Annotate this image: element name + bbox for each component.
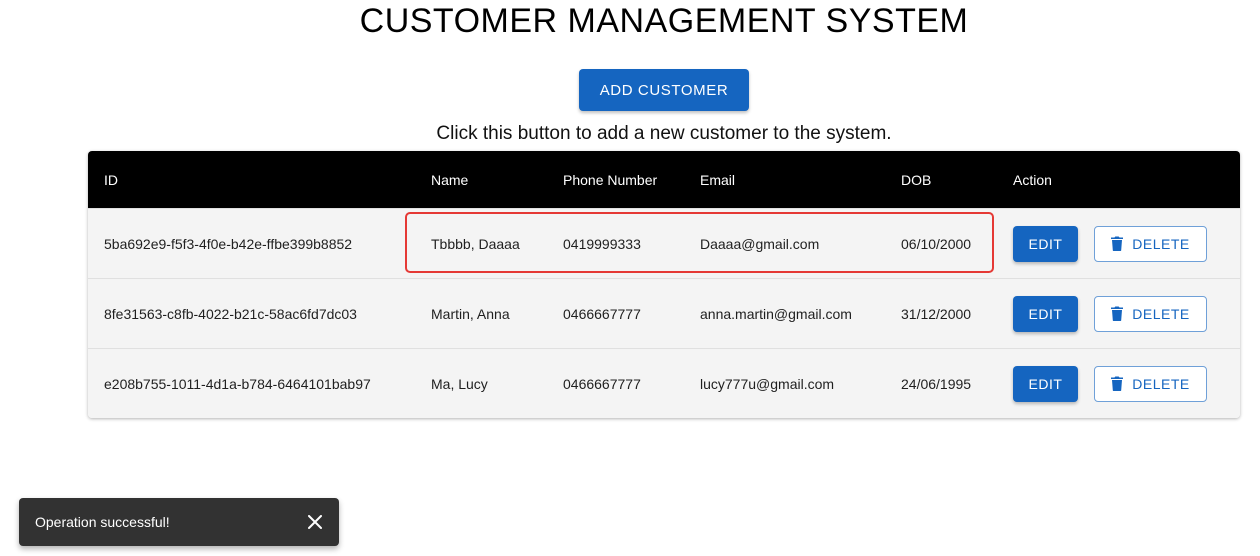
snackbar: Operation successful! [19, 498, 339, 546]
cell-email: anna.martin@gmail.com [700, 305, 852, 322]
edit-button[interactable]: EDIT [1013, 365, 1078, 402]
table-header: ID Name Phone Number Email DOB Action [88, 151, 1240, 208]
delete-button[interactable]: DELETE [1094, 295, 1207, 332]
cell-phone: 0466667777 [563, 305, 641, 322]
add-customer-hint: Click this button to add a new customer … [436, 123, 892, 144]
page: CUSTOMER MANAGEMENT SYSTEM ADD CUSTOMER … [0, 0, 1260, 556]
cell-id: 8fe31563-c8fb-4022-b21c-58ac6fd7dc03 [104, 305, 357, 322]
cell-name: Ma, Lucy [431, 375, 488, 392]
edit-button[interactable]: EDIT [1013, 225, 1078, 262]
cell-dob: 24/06/1995 [901, 375, 972, 392]
column-header-action: Action [1013, 171, 1052, 188]
cell-name: Tbbbb, Daaaa [431, 235, 520, 252]
cell-id: 5ba692e9-f5f3-4f0e-b42e-ffbe399b8852 [104, 235, 353, 252]
column-header-name: Name [431, 171, 469, 188]
customer-table: ID Name Phone Number Email DOB Action 5b… [88, 151, 1240, 418]
trash-icon [1111, 236, 1124, 251]
close-icon[interactable] [303, 510, 327, 534]
cell-name: Martin, Anna [431, 305, 510, 322]
delete-button[interactable]: DELETE [1094, 365, 1207, 402]
cell-phone: 0466667777 [563, 375, 641, 392]
add-customer-button[interactable]: ADD CUSTOMER [579, 69, 749, 111]
trash-icon [1111, 306, 1124, 321]
cell-email: Daaaa@gmail.com [700, 235, 820, 252]
delete-button-label: DELETE [1132, 375, 1190, 392]
table-row: e208b755-1011-4d1a-b784-6464101bab97 Ma,… [88, 348, 1240, 418]
cell-dob: 06/10/2000 [901, 235, 972, 252]
column-header-phone: Phone Number [563, 171, 658, 188]
edit-button[interactable]: EDIT [1013, 295, 1078, 332]
column-header-dob: DOB [901, 171, 932, 188]
delete-button[interactable]: DELETE [1094, 225, 1207, 262]
table-row: 8fe31563-c8fb-4022-b21c-58ac6fd7dc03 Mar… [88, 278, 1240, 348]
column-header-id: ID [104, 171, 118, 188]
cell-id: e208b755-1011-4d1a-b784-6464101bab97 [104, 375, 371, 392]
table-row: 5ba692e9-f5f3-4f0e-b42e-ffbe399b8852 Tbb… [88, 208, 1240, 278]
delete-button-label: DELETE [1132, 235, 1190, 252]
cell-dob: 31/12/2000 [901, 305, 972, 322]
cell-email: lucy777u@gmail.com [700, 375, 835, 392]
cell-phone: 0419999333 [563, 235, 641, 252]
trash-icon [1111, 376, 1124, 391]
page-title: CUSTOMER MANAGEMENT SYSTEM [359, 2, 969, 40]
column-header-email: Email [700, 171, 736, 188]
snackbar-message: Operation successful! [35, 514, 170, 530]
delete-button-label: DELETE [1132, 305, 1190, 322]
